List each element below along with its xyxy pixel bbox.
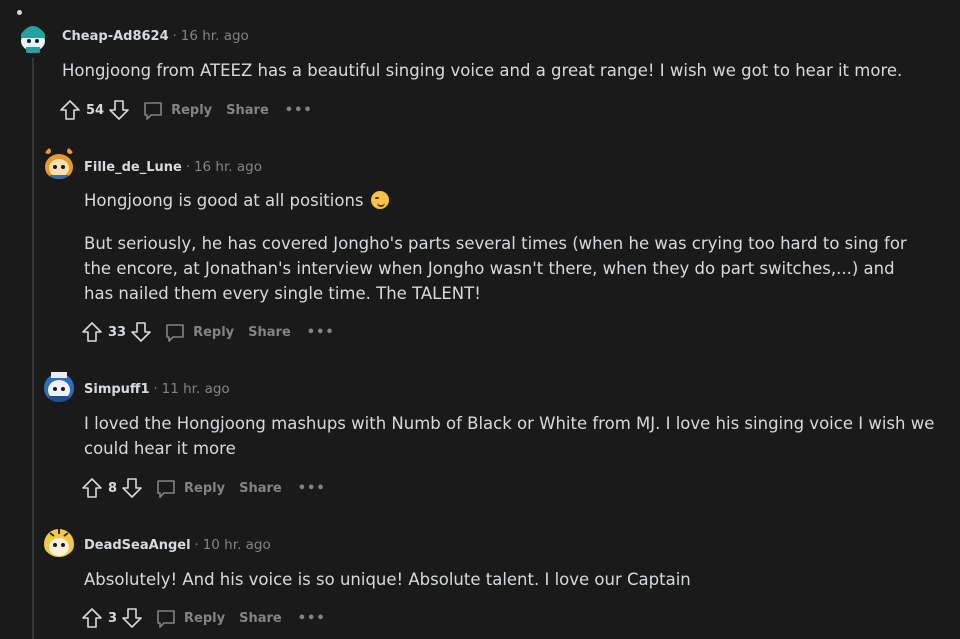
comment-paragraph: But seriously, he has covered Jongho's p…: [84, 234, 907, 303]
reply-button[interactable]: Reply: [154, 606, 225, 630]
reply-label: Reply: [184, 480, 226, 496]
reply-button[interactable]: Reply: [141, 98, 212, 122]
separator: ·: [194, 538, 199, 553]
vote-count: 54: [86, 102, 105, 118]
avatar[interactable]: [42, 368, 76, 402]
comment-actions: 3 Reply Share •••: [80, 604, 326, 632]
downvote-icon[interactable]: [107, 98, 131, 122]
comment-bubble-icon: [166, 324, 184, 342]
comment-meta: Fille_de_Lune · 16 hr. ago: [84, 159, 262, 175]
avatar[interactable]: [16, 20, 50, 54]
author-name[interactable]: Cheap-Ad8624: [62, 29, 169, 44]
separator: ·: [153, 382, 158, 397]
comment-bubble-icon: [157, 610, 175, 628]
comment-paragraph-text: Hongjoong is good at all positions: [84, 191, 364, 210]
comment-body: Absolutely! And his voice is so unique! …: [84, 567, 946, 592]
separator: ·: [172, 29, 177, 44]
vote-count: 33: [108, 324, 127, 340]
comment-body: Hongjoong from ATEEZ has a beautiful sin…: [62, 58, 942, 83]
more-options-button[interactable]: •••: [307, 325, 335, 340]
upvote-icon[interactable]: [80, 476, 104, 500]
downvote-icon[interactable]: [129, 320, 153, 344]
share-button[interactable]: Share: [239, 611, 282, 626]
author-name[interactable]: Fille_de_Lune: [84, 160, 182, 175]
comment-paragraph: Hongjoong from ATEEZ has a beautiful sin…: [62, 61, 903, 80]
share-button[interactable]: Share: [248, 325, 291, 340]
comment-paragraph: Hongjoong is good at all positions: [84, 188, 914, 213]
reply-label: Reply: [193, 324, 235, 340]
timestamp[interactable]: 10 hr. ago: [203, 537, 271, 553]
comment-meta: DeadSeaAngel · 10 hr. ago: [84, 537, 271, 553]
share-button[interactable]: Share: [226, 103, 269, 118]
smirk-emoji-icon: [370, 191, 389, 209]
comment-actions: 33 Reply Share •••: [80, 318, 335, 346]
timestamp[interactable]: 16 hr. ago: [194, 159, 262, 175]
share-button[interactable]: Share: [239, 481, 282, 496]
thread-line[interactable]: [32, 58, 34, 639]
snoo-avatar-icon: [16, 20, 50, 54]
comment-bubble-icon: [157, 480, 175, 498]
comment-meta: Simpuff1 · 11 hr. ago: [84, 381, 230, 397]
comment-bubble-icon: [144, 102, 162, 120]
comment-actions: 8 Reply Share •••: [80, 474, 326, 502]
timestamp[interactable]: 16 hr. ago: [181, 28, 249, 44]
snoo-avatar-icon: [44, 529, 74, 557]
comment-paragraph: Absolutely! And his voice is so unique! …: [84, 570, 691, 589]
reply-button[interactable]: Reply: [154, 476, 225, 500]
downvote-icon[interactable]: [120, 606, 144, 630]
more-options-button[interactable]: •••: [285, 103, 313, 118]
timestamp[interactable]: 11 hr. ago: [162, 381, 230, 397]
downvote-icon[interactable]: [120, 476, 144, 500]
vote-count: 8: [108, 480, 118, 496]
more-options-button[interactable]: •••: [298, 481, 326, 496]
comment-actions: 54 Reply Share •••: [58, 96, 313, 124]
snoo-avatar-icon: [44, 372, 74, 402]
comment-body: I loved the Hongjoong mashups with Numb …: [84, 411, 946, 461]
author-name[interactable]: DeadSeaAngel: [84, 538, 191, 553]
author-name[interactable]: Simpuff1: [84, 382, 150, 397]
upvote-icon[interactable]: [80, 320, 104, 344]
upvote-icon[interactable]: [80, 606, 104, 630]
collapse-indicator: [17, 10, 22, 15]
snoo-avatar-icon: [45, 148, 73, 179]
separator: ·: [185, 160, 190, 175]
comment-meta: Cheap-Ad8624 · 16 hr. ago: [62, 28, 249, 44]
avatar[interactable]: [42, 145, 76, 179]
reply-button[interactable]: Reply: [163, 320, 234, 344]
avatar[interactable]: [42, 523, 76, 557]
upvote-icon[interactable]: [58, 98, 82, 122]
vote-count: 3: [108, 610, 118, 626]
reply-label: Reply: [184, 610, 226, 626]
comment-body: Hongjoong is good at all positions But s…: [84, 188, 914, 306]
reply-label: Reply: [171, 102, 213, 118]
more-options-button[interactable]: •••: [298, 611, 326, 626]
comment-paragraph: I loved the Hongjoong mashups with Numb …: [84, 414, 935, 458]
